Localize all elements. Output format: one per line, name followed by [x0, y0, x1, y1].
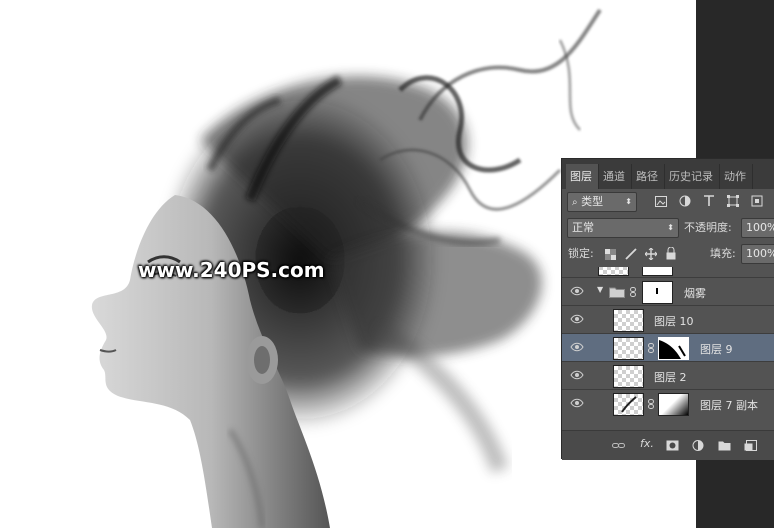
link-chain-icon[interactable] — [648, 399, 654, 409]
visibility-eye-icon[interactable] — [570, 286, 584, 296]
smart-object-filter-icon[interactable] — [751, 195, 763, 207]
tab-channels[interactable]: 通道 — [599, 164, 632, 189]
panel-tabs: 图层 通道 路径 历史记录 动作 — [562, 159, 774, 189]
type-filter-icon[interactable] — [703, 195, 715, 207]
tab-paths[interactable]: 路径 — [632, 164, 665, 189]
fill-label: 填充: — [710, 247, 736, 260]
layer-name: 图层 7 副本 — [700, 399, 758, 412]
visibility-eye-icon[interactable] — [570, 370, 584, 380]
tab-layers[interactable]: 图层 — [566, 164, 599, 189]
layer-row[interactable]: 图层 2 — [562, 361, 774, 390]
layers-panel[interactable]: 图层 通道 路径 历史记录 动作 ⌕ 类型 ⬍ 正常 ⬍ 不透明度: 100% … — [561, 158, 774, 460]
blend-mode-value: 正常 — [572, 221, 594, 234]
new-layer-icon[interactable] — [744, 440, 757, 451]
lock-brush-icon[interactable] — [625, 248, 637, 260]
link-chain-icon[interactable] — [630, 287, 636, 297]
fill-input[interactable]: 100% — [741, 244, 774, 264]
blend-row: 正常 ⬍ 不透明度: 100% — [562, 215, 774, 241]
lock-row: 锁定: 填充: 100% — [562, 241, 774, 267]
layer-name: 图层 10 — [654, 315, 694, 328]
layer-thumbnail — [613, 365, 644, 388]
layer-thumbnail — [598, 267, 629, 276]
folder-icon — [609, 287, 625, 298]
tab-actions[interactable]: 动作 — [720, 164, 753, 189]
new-group-folder-icon[interactable] — [718, 440, 731, 451]
layer-thumbnail — [613, 393, 644, 416]
layers-bottom-toolbar: fx. — [562, 430, 774, 460]
opacity-label: 不透明度: — [684, 221, 732, 234]
layer-thumbnail — [613, 309, 644, 332]
watermark-text: www.240PS.com — [138, 258, 325, 282]
adjustment-filter-icon[interactable] — [679, 195, 691, 207]
layer-style-fx-icon[interactable]: fx. — [640, 437, 654, 450]
layer-thumbnail — [613, 337, 644, 360]
tab-history[interactable]: 历史记录 — [665, 164, 720, 189]
opacity-input[interactable]: 100% — [741, 218, 774, 238]
layer-name: 图层 2 — [654, 371, 687, 384]
link-layers-icon[interactable] — [612, 440, 625, 451]
layer-mask-thumbnail — [642, 267, 673, 276]
group-mask-thumbnail — [642, 281, 673, 304]
layer-row[interactable]: 图层 10 — [562, 305, 774, 334]
dropdown-arrow-icon: ⬍ — [667, 223, 674, 232]
layer-name: 图层 9 — [700, 343, 733, 356]
lock-label: 锁定: — [568, 247, 594, 260]
layers-list[interactable]: ▼ 烟雾 图层 10 图层 9 图层 2 图层 7 副本 — [562, 267, 774, 430]
layer-group-row[interactable]: ▼ 烟雾 — [562, 277, 774, 306]
lock-move-icon[interactable] — [645, 248, 657, 260]
dropdown-arrow-icon: ⬍ — [625, 197, 632, 206]
lock-all-icon[interactable] — [666, 247, 676, 260]
visibility-eye-icon[interactable] — [570, 342, 584, 352]
layer-mask-thumbnail — [658, 337, 689, 360]
adjustment-layer-icon[interactable] — [692, 440, 705, 451]
filter-kind-select[interactable]: ⌕ 类型 ⬍ — [567, 192, 637, 212]
filter-kind-label: 类型 — [581, 195, 604, 208]
shape-filter-icon[interactable] — [727, 195, 739, 207]
blend-mode-select[interactable]: 正常 ⬍ — [567, 218, 679, 238]
filter-row: ⌕ 类型 ⬍ — [562, 189, 774, 215]
search-icon: ⌕ — [572, 197, 578, 208]
layer-row-selected[interactable]: 图层 9 — [562, 333, 774, 362]
lock-transparent-icon[interactable] — [605, 249, 616, 260]
add-mask-icon[interactable] — [666, 440, 679, 451]
link-chain-icon[interactable] — [648, 343, 654, 353]
visibility-eye-icon[interactable] — [570, 314, 584, 324]
layer-mask-thumbnail — [658, 393, 689, 416]
group-name: 烟雾 — [684, 287, 706, 300]
layer-row[interactable]: 图层 7 副本 — [562, 389, 774, 418]
pixel-filter-icon[interactable] — [655, 196, 667, 207]
group-expand-arrow-icon[interactable]: ▼ — [597, 285, 603, 294]
visibility-eye-icon[interactable] — [570, 398, 584, 408]
